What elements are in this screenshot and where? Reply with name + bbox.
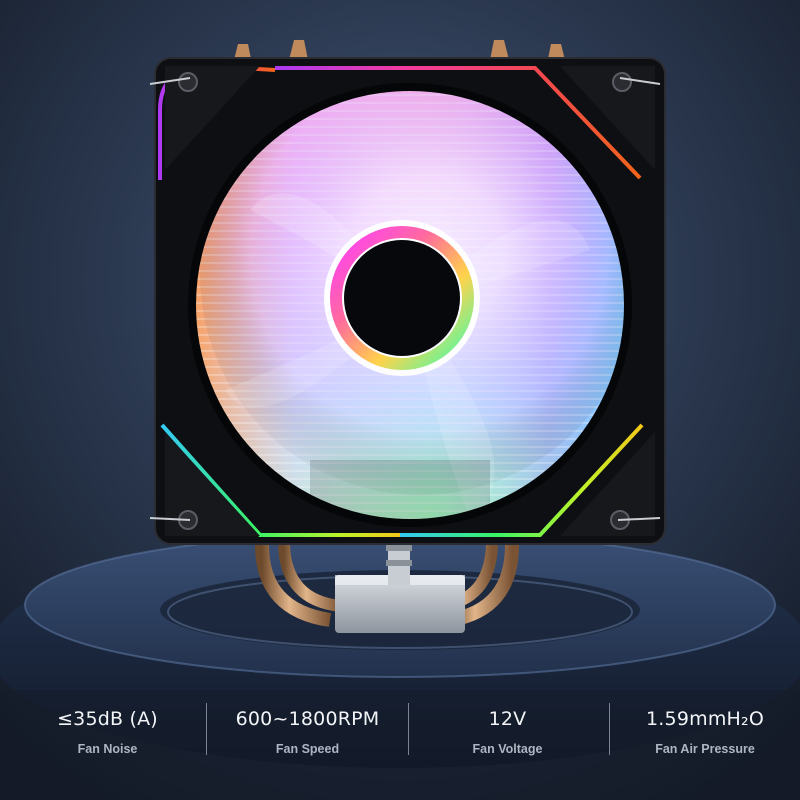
spec-label: Fan Speed [275,742,340,756]
spec-value: ≤35dB (A) [57,708,158,730]
spec-fan-speed: 600~1800RPM Fan Speed [215,700,400,770]
spec-fan-noise: ≤35dB (A) Fan Noise [20,700,195,770]
spec-value: 12V [488,708,527,730]
spec-divider [206,703,207,755]
spec-divider [408,703,409,755]
spec-fan-air-pressure: 1.59mmH₂O Fan Air Pressure [615,700,795,770]
spec-value: 1.59mmH₂O [646,708,764,730]
spec-divider [609,703,610,755]
spec-label: Fan Air Pressure [655,742,755,756]
cpu-cooler-product-image [0,0,800,800]
spec-label: Fan Noise [77,742,138,756]
product-banner: ≤35dB (A) Fan Noise 600~1800RPM Fan Spee… [0,0,800,800]
spec-value: 600~1800RPM [235,708,380,730]
fan-hub [344,240,460,356]
spec-label: Fan Voltage [472,742,543,756]
spec-fan-voltage: 12V Fan Voltage [415,700,600,770]
